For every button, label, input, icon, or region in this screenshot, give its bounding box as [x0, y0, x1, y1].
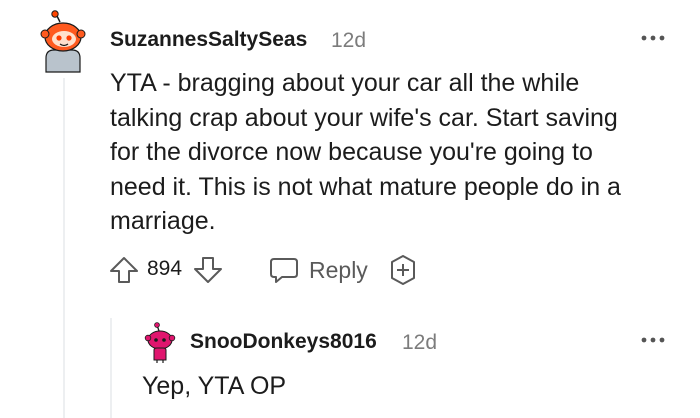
thread-line[interactable]: [63, 78, 65, 418]
comment-body-line: YTA - bragging about your car all the wh…: [110, 69, 580, 97]
snoo-avatar-pink-icon: [144, 322, 176, 363]
more-options-icon: [641, 35, 665, 41]
comment-body-line: need it. This is not what mature people …: [110, 172, 621, 201]
award-plus-icon: [391, 255, 415, 285]
award-button[interactable]: [386, 253, 420, 287]
more-options-button[interactable]: [638, 330, 668, 350]
upvote-button[interactable]: [108, 255, 140, 285]
avatar[interactable]: [143, 322, 177, 364]
avatar[interactable]: [36, 10, 90, 74]
comment-body-line: talking crap about your wife's car. Star…: [110, 103, 618, 132]
reply-thread-line[interactable]: [110, 318, 112, 418]
comment-author[interactable]: SuzannesSaltySeas: [110, 28, 307, 52]
comment-body-line: for the divorce now because you're going…: [110, 138, 593, 166]
speech-bubble-icon: [270, 258, 298, 283]
vote-count: 894: [147, 257, 183, 280]
comment-body: YTA - bragging about your car all the wh…: [110, 66, 690, 239]
comment-age: 12d: [402, 331, 438, 354]
reply-label: Reply: [309, 256, 368, 283]
downvote-button[interactable]: [192, 255, 224, 285]
more-options-button[interactable]: [638, 28, 668, 48]
comment-age: 12d: [331, 29, 367, 52]
reply-button[interactable]: Reply: [268, 254, 368, 286]
downvote-arrow-icon: [194, 257, 222, 283]
snoo-avatar-orange-icon: [40, 10, 86, 73]
more-options-icon: [641, 337, 665, 343]
upvote-arrow-icon: [110, 257, 138, 283]
comment-body: Yep, YTA OP: [142, 372, 287, 400]
comment-author[interactable]: SnooDonkeys8016: [190, 330, 377, 354]
comment-body-line: marriage.: [110, 207, 216, 235]
